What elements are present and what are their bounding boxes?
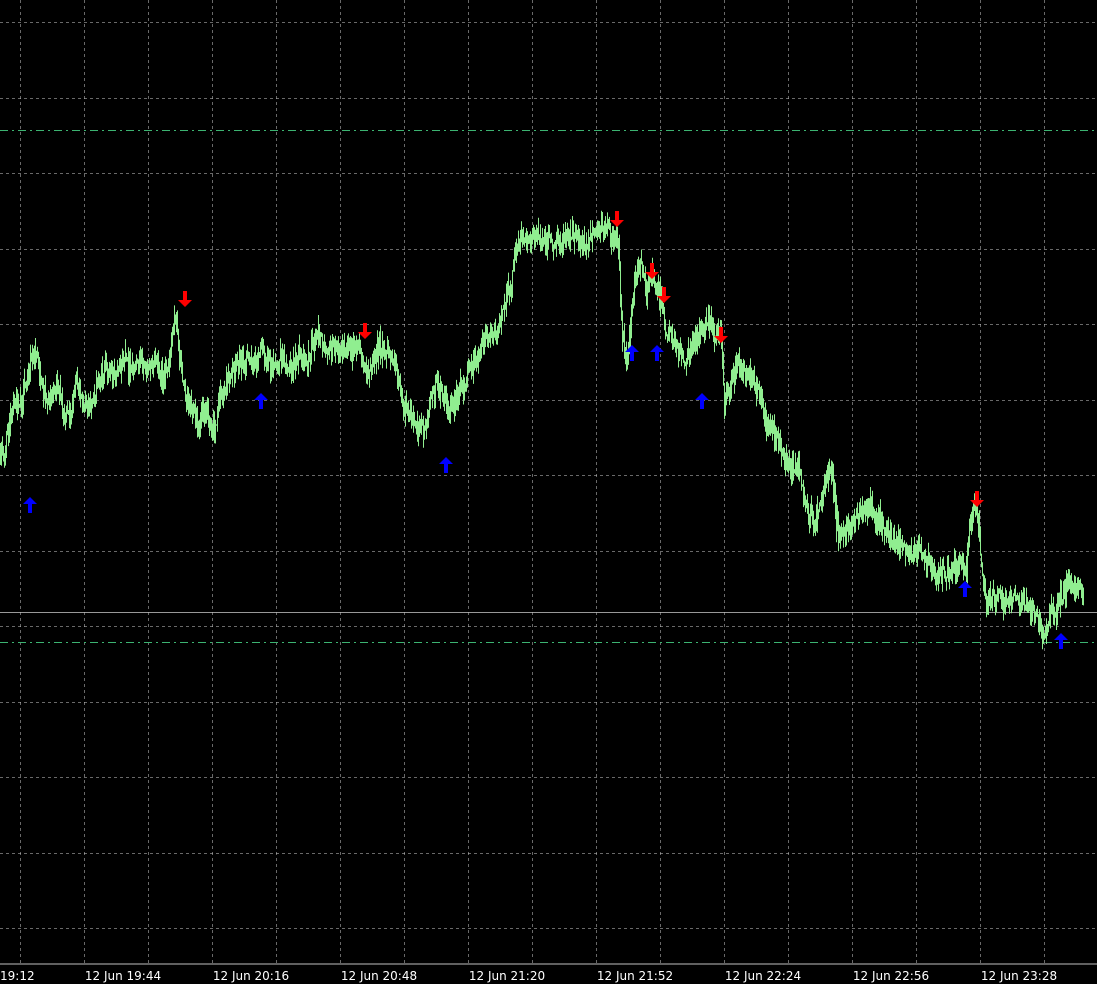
sell-arrow-icon — [645, 263, 659, 279]
buy-arrow-icon — [439, 457, 453, 473]
x-tick-label: 12 Jun 19:44 — [85, 969, 161, 983]
sell-arrow-icon — [610, 211, 624, 227]
x-tick-label: 12 Jun 20:48 — [341, 969, 417, 983]
x-tick-label: 19:12 — [0, 969, 35, 983]
x-tick-label: 12 Jun 21:52 — [597, 969, 673, 983]
sell-arrow-icon — [178, 291, 192, 307]
x-tick-label: 12 Jun 22:56 — [853, 969, 929, 983]
sell-arrow-icon — [970, 491, 984, 507]
chart-window[interactable]: 19:12 12 Jun 19:44 12 Jun 20:16 12 Jun 2… — [0, 0, 1097, 984]
x-tick-label: 12 Jun 20:16 — [213, 969, 289, 983]
grid — [0, 0, 1097, 964]
time-axis-ticks: 19:12 12 Jun 19:44 12 Jun 20:16 12 Jun 2… — [0, 969, 1057, 983]
buy-arrow-icon — [650, 345, 664, 361]
signal-arrows — [23, 211, 1068, 649]
buy-arrow-icon — [23, 497, 37, 513]
sell-arrow-icon — [358, 323, 372, 339]
price-bars — [0, 210, 1084, 650]
price-chart[interactable]: 19:12 12 Jun 19:44 12 Jun 20:16 12 Jun 2… — [0, 0, 1097, 984]
buy-arrow-icon — [1054, 633, 1068, 649]
x-tick-label: 12 Jun 23:28 — [981, 969, 1057, 983]
buy-arrow-icon — [958, 581, 972, 597]
x-tick-label: 12 Jun 21:20 — [469, 969, 545, 983]
x-tick-label: 12 Jun 22:24 — [725, 969, 801, 983]
